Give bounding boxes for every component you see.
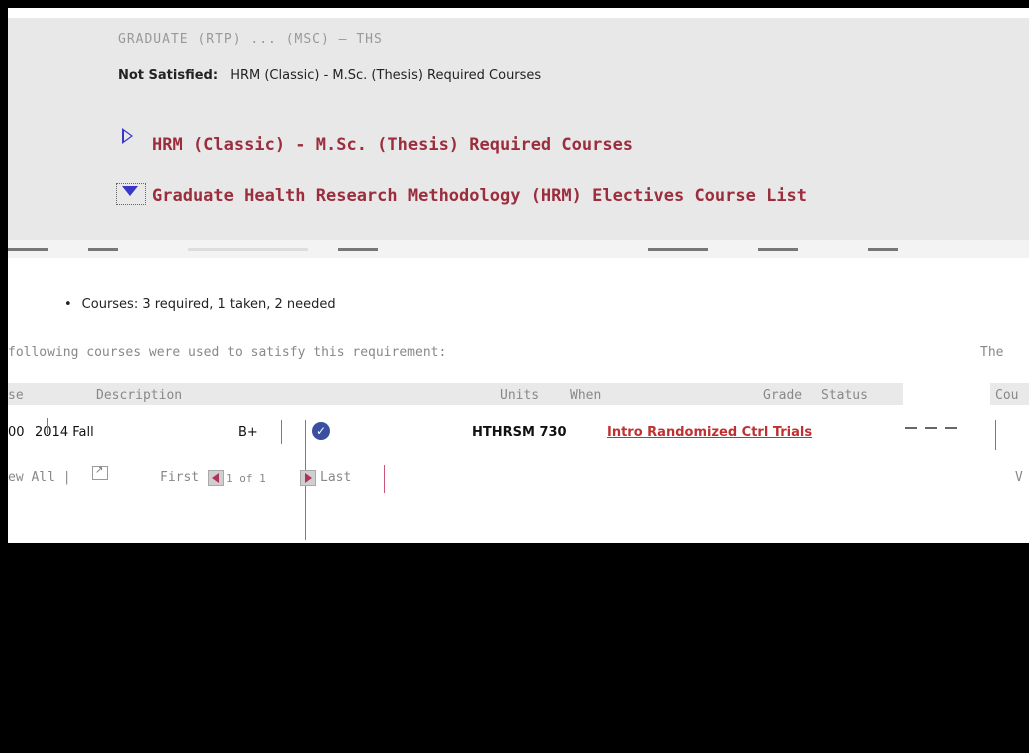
- right-caption-clip: The: [980, 345, 1004, 360]
- course-table-header: se Description Units When Grade Status: [8, 383, 903, 405]
- used-courses-caption: following courses were used to satisfy t…: [8, 345, 447, 360]
- popout-window-icon[interactable]: [92, 465, 108, 480]
- taken-check-icon: ✓: [312, 422, 330, 440]
- requirement-group-title: GRADUATE (RTP) ... (MSC) — THS: [118, 32, 383, 47]
- status-label: Not Satisfied:: [118, 68, 219, 83]
- page-indicator: 1 of 1: [226, 472, 266, 485]
- status-value: HRM (Classic) - M.Sc. (Thesis) Required …: [230, 68, 542, 83]
- artifact-line: [995, 420, 996, 450]
- cell-when: 2014 Fall: [35, 425, 94, 440]
- col-status: Status: [821, 388, 868, 403]
- courses-summary: Courses: 3 required, 1 taken, 2 needed: [64, 297, 336, 312]
- artifact-line: [47, 418, 48, 434]
- artifact-dash: [905, 427, 917, 429]
- col-grade: Grade: [763, 388, 803, 403]
- required-courses-link[interactable]: HRM (Classic) - M.Sc. (Thesis) Required …: [152, 135, 633, 155]
- status-line: Not Satisfied: HRM (Classic) - M.Sc. (Th…: [118, 68, 541, 83]
- electives-course-list-link[interactable]: Graduate Health Research Methodology (HR…: [152, 186, 807, 206]
- artifact-line: [384, 465, 385, 493]
- col-course: se: [8, 388, 24, 403]
- right-table-header: Cou: [990, 383, 1029, 405]
- cell-course: HTHRSM 730: [472, 425, 567, 440]
- course-description-link[interactable]: Intro Randomized Ctrl Trials: [607, 425, 812, 440]
- artifact-dash: [945, 427, 957, 429]
- previous-page-icon[interactable]: [208, 470, 224, 486]
- artifact-dash: [925, 427, 937, 429]
- cell-grade: B+: [238, 425, 258, 440]
- expand-triangle-icon[interactable]: [122, 128, 133, 144]
- glitch-band: [8, 240, 1029, 258]
- artifact-line: [281, 420, 282, 444]
- last-link[interactable]: Last: [320, 470, 351, 485]
- cell-units: 00: [8, 425, 25, 440]
- first-link[interactable]: First: [160, 470, 199, 485]
- collapse-triangle-icon[interactable]: [116, 183, 146, 205]
- col-when: When: [570, 388, 602, 403]
- view-right-clip: V: [1015, 470, 1023, 485]
- view-all-link[interactable]: ew All |: [8, 470, 71, 485]
- col-units: Units: [500, 388, 540, 403]
- col-course-right: Cou: [995, 388, 1019, 403]
- col-description: Description: [96, 388, 183, 403]
- blacked-out-region: [8, 543, 1029, 753]
- next-page-icon[interactable]: [300, 470, 316, 486]
